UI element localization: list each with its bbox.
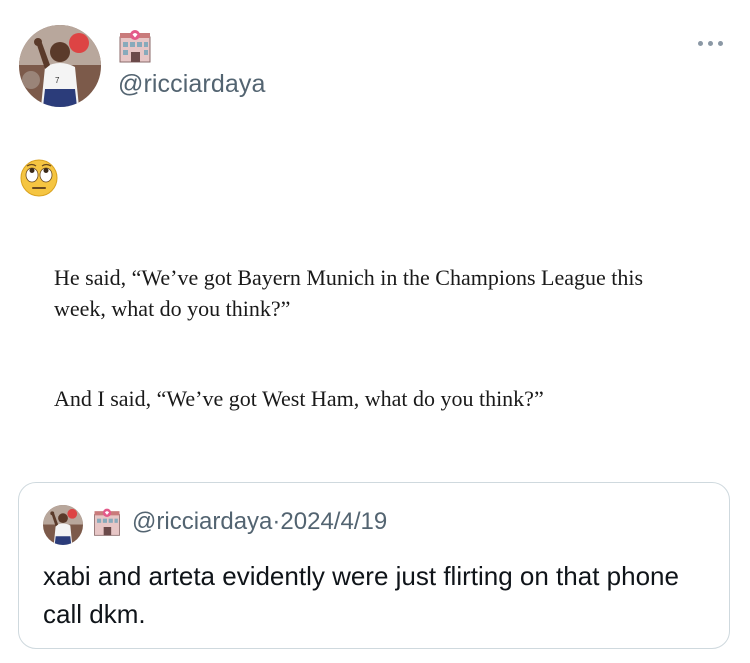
love-hotel-icon	[92, 507, 122, 537]
quoted-tweet-text: xabi and arteta evidently were just flir…	[43, 561, 679, 629]
quoted-author-avatar[interactable]	[43, 505, 83, 545]
author-handle[interactable]: @ricciardaya	[118, 70, 265, 99]
love-hotel-icon	[117, 28, 153, 64]
more-options-icon[interactable]	[698, 36, 732, 50]
quoted-tweet-card[interactable]: @ricciardaya·2024/4/19 xabi and arteta e…	[18, 482, 730, 649]
svg-text:7: 7	[55, 76, 60, 85]
image-text-paragraph-1: He said, “We’ve got Bayern Munich in the…	[54, 265, 644, 321]
footballer-avatar-icon: 7	[19, 25, 101, 107]
author-avatar[interactable]: 7	[19, 25, 101, 107]
quoted-author-handle[interactable]: @ricciardaya	[132, 508, 272, 535]
quoted-tweet-meta: @ricciardaya·2024/4/19	[132, 508, 387, 536]
image-text-paragraph-2: And I said, “We’ve got West Ham, what do…	[54, 386, 544, 411]
quoted-tweet-date[interactable]: 2024/4/19	[280, 508, 387, 535]
footballer-avatar-icon	[43, 505, 83, 545]
face-with-rolling-eyes-icon	[19, 158, 59, 198]
